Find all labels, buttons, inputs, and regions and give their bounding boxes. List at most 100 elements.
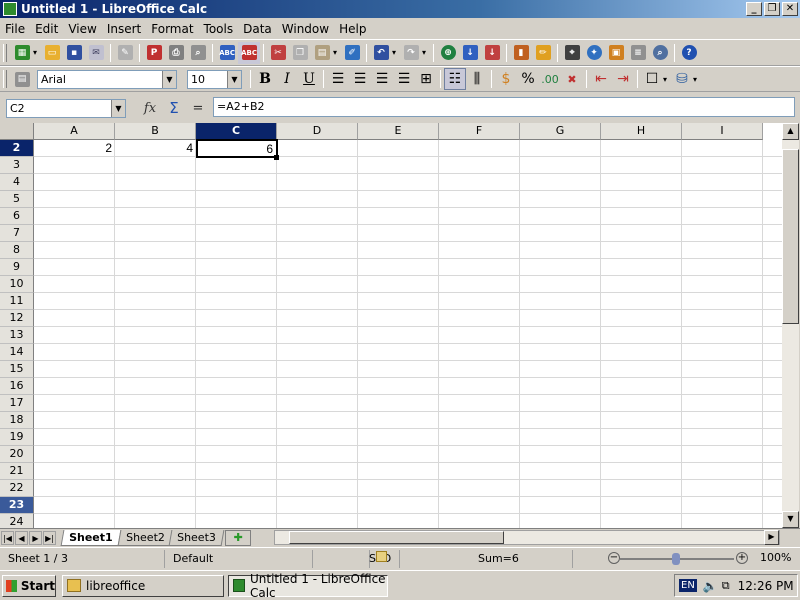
vertical-text-icon[interactable]: ⫼ — [466, 68, 488, 90]
bold-button[interactable]: B — [254, 68, 276, 90]
cell-a2[interactable]: 2 — [34, 140, 115, 157]
undo-dropdown-icon[interactable]: ▾ — [392, 48, 400, 57]
column-header-h[interactable]: H — [601, 123, 682, 140]
row-header-10[interactable]: 10 — [0, 276, 34, 293]
zoom-out-icon[interactable]: − — [608, 552, 620, 564]
spellcheck-icon[interactable]: ABC — [216, 42, 238, 64]
background-color-icon[interactable]: ⛁ — [671, 68, 693, 90]
last-sheet-icon[interactable]: ▶| — [43, 530, 56, 545]
align-right-icon[interactable]: ☰ — [371, 68, 393, 90]
print-icon[interactable]: ⎙ — [165, 42, 187, 64]
new-document-icon[interactable]: ▦ — [11, 42, 33, 64]
network-icon[interactable]: ⧉ — [722, 579, 730, 593]
email-icon[interactable]: ✉ — [85, 42, 107, 64]
row-header-15[interactable]: 15 — [0, 361, 34, 378]
italic-button[interactable]: I — [276, 68, 298, 90]
column-header-i[interactable]: I — [682, 123, 763, 140]
cut-icon[interactable]: ✂ — [267, 42, 289, 64]
row-header-11[interactable]: 11 — [0, 293, 34, 310]
row-header-19[interactable]: 19 — [0, 429, 34, 446]
row-header-9[interactable]: 9 — [0, 259, 34, 276]
start-button[interactable]: Start — [2, 574, 56, 597]
increase-indent-icon[interactable]: ⇥ — [612, 68, 634, 90]
first-sheet-icon[interactable]: |◀ — [1, 530, 14, 545]
taskbar-folder-button[interactable]: libreoffice — [62, 574, 224, 597]
row-header-4[interactable]: 4 — [0, 174, 34, 191]
add-decimal-icon[interactable]: .00 — [539, 68, 561, 90]
taskbar-calc-button[interactable]: Untitled 1 - LibreOffice Calc — [228, 572, 388, 600]
column-header-f[interactable]: F — [439, 123, 520, 140]
row-header-22[interactable]: 22 — [0, 480, 34, 497]
sum-display[interactable]: Sum=6 — [400, 549, 573, 568]
menu-view[interactable]: View — [63, 22, 101, 36]
merge-cells-icon[interactable]: ⊞ — [415, 68, 437, 90]
function-wizard-icon[interactable]: fx — [138, 97, 162, 119]
formula-input[interactable]: =A2+B2 — [213, 97, 795, 117]
horizontal-scrollbar[interactable]: ▶ — [274, 530, 780, 545]
row-header-3[interactable]: 3 — [0, 157, 34, 174]
zoom-in-icon[interactable]: + — [736, 552, 748, 564]
cell-b2[interactable]: 4 — [115, 140, 196, 157]
undo-icon[interactable]: ↶ — [370, 42, 392, 64]
maximize-button[interactable]: ❐ — [764, 2, 780, 16]
vertical-scrollbar[interactable]: ▲ ▼ — [782, 123, 799, 528]
scroll-down-icon[interactable]: ▼ — [782, 511, 799, 528]
menu-file[interactable]: File — [0, 22, 30, 36]
vertical-scroll-thumb[interactable] — [782, 149, 799, 324]
redo-icon[interactable]: ↷ — [400, 42, 422, 64]
zoom-slider[interactable]: − + — [606, 551, 752, 567]
row-header-21[interactable]: 21 — [0, 463, 34, 480]
zoom-icon[interactable]: ⌕ — [649, 42, 671, 64]
sum-icon[interactable]: Σ — [162, 97, 186, 119]
hyperlink-icon[interactable]: ⊕ — [437, 42, 459, 64]
menu-insert[interactable]: Insert — [102, 22, 146, 36]
row-header-17[interactable]: 17 — [0, 395, 34, 412]
data-sources-icon[interactable]: ≡ — [627, 42, 649, 64]
scroll-up-icon[interactable]: ▲ — [782, 123, 799, 140]
function-equals-icon[interactable]: = — [186, 97, 210, 119]
column-header-d[interactable]: D — [277, 123, 358, 140]
delete-decimal-icon[interactable]: ✖ — [561, 68, 583, 90]
row-header-23[interactable]: 23 — [0, 497, 34, 514]
borders-icon[interactable]: ☐ — [641, 68, 663, 90]
toolbar-grip[interactable] — [3, 70, 7, 88]
zoom-knob[interactable] — [672, 553, 680, 565]
currency-format-icon[interactable]: $ — [495, 68, 517, 90]
borders-dropdown-icon[interactable]: ▾ — [663, 75, 671, 84]
background-color-dropdown-icon[interactable]: ▾ — [693, 75, 701, 84]
menu-window[interactable]: Window — [277, 22, 334, 36]
volume-icon[interactable]: 🔈 — [703, 579, 718, 593]
navigator-icon[interactable]: ✦ — [583, 42, 605, 64]
new-dropdown-icon[interactable]: ▾ — [33, 48, 41, 57]
language-indicator[interactable]: EN — [679, 579, 697, 592]
page-style[interactable]: Default — [165, 549, 313, 568]
chevron-down-icon[interactable]: ▼ — [227, 70, 241, 88]
save-icon[interactable]: ▪ — [63, 42, 85, 64]
sort-ascending-icon[interactable]: ↓ — [459, 42, 481, 64]
font-name-combo[interactable]: Arial ▼ — [37, 69, 177, 89]
sheet-tab-2[interactable]: Sheet2 — [117, 529, 173, 546]
chevron-down-icon[interactable]: ▼ — [162, 70, 176, 88]
menu-edit[interactable]: Edit — [30, 22, 63, 36]
row-header-7[interactable]: 7 — [0, 225, 34, 242]
redo-dropdown-icon[interactable]: ▾ — [422, 48, 430, 57]
gallery-icon[interactable]: ▣ — [605, 42, 627, 64]
find-replace-icon[interactable]: ⌖ — [561, 42, 583, 64]
fill-handle[interactable] — [274, 155, 279, 160]
justify-icon[interactable]: ☰ — [393, 68, 415, 90]
next-sheet-icon[interactable]: ▶ — [29, 530, 42, 545]
autospellcheck-icon[interactable]: ABC — [238, 41, 260, 64]
column-header-e[interactable]: E — [358, 123, 439, 140]
underline-button[interactable]: U — [298, 68, 320, 90]
edit-file-icon[interactable]: ✎ — [114, 42, 136, 64]
paste-icon[interactable]: ▤ — [311, 42, 333, 64]
row-header-14[interactable]: 14 — [0, 344, 34, 361]
column-header-c[interactable]: C — [196, 123, 277, 140]
align-left-icon[interactable]: ☰ — [327, 68, 349, 90]
copy-icon[interactable]: ❐ — [289, 42, 311, 64]
column-header-a[interactable]: A — [34, 123, 115, 140]
help-icon[interactable]: ? — [678, 42, 700, 64]
row-header-5[interactable]: 5 — [0, 191, 34, 208]
add-sheet-icon[interactable]: ✚ — [225, 529, 252, 546]
styles-formatting-icon[interactable]: ▤ — [11, 68, 33, 90]
